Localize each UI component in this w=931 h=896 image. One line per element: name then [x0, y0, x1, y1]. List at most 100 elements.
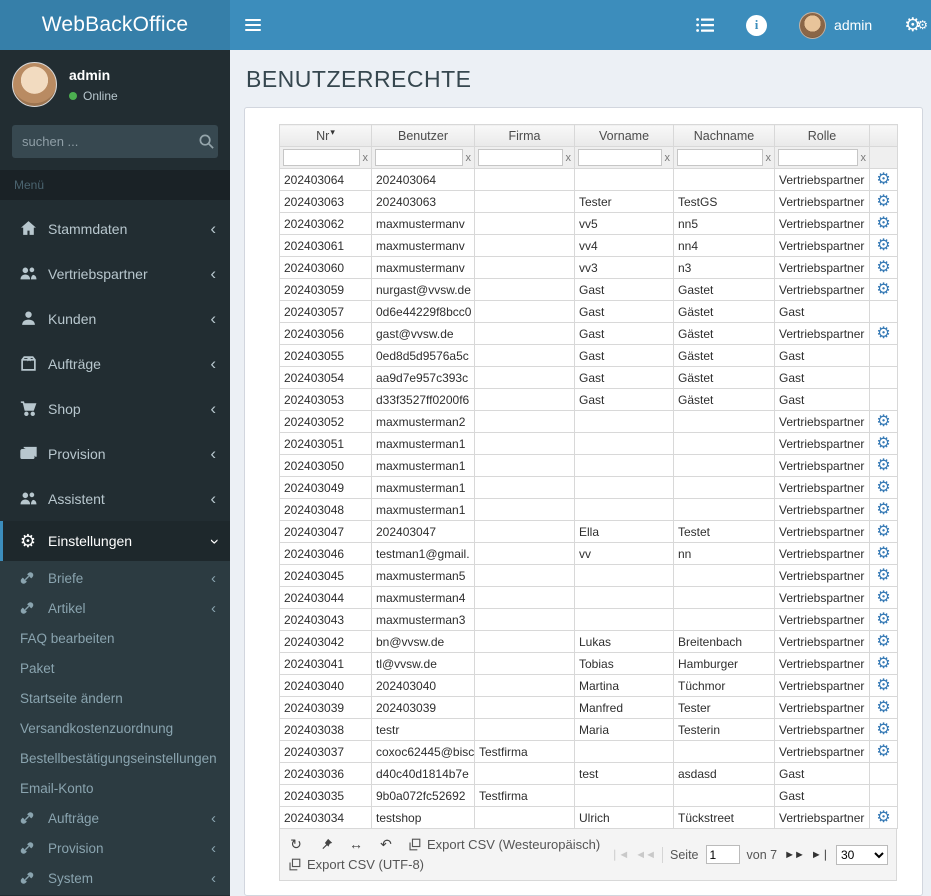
pin-icon[interactable] [318, 836, 334, 852]
submenu-item-system[interactable]: System ‹ [0, 863, 230, 893]
row-settings-icon[interactable]: ⚙ [876, 479, 890, 496]
row-settings-icon[interactable]: ⚙ [876, 611, 890, 628]
row-settings-icon[interactable]: ⚙ [876, 413, 890, 430]
last-page-icon[interactable]: ►❘ [811, 848, 830, 861]
table-row[interactable]: 202403039 202403039 Manfred Tester Vertriebs… [279, 696, 898, 719]
submenu-item-startseite-ndern[interactable]: Startseite ändern [0, 683, 230, 713]
row-settings-icon[interactable]: ⚙ [876, 699, 890, 716]
table-row[interactable]: 202403064 202403064 Vertriebspartner ⚙ [279, 168, 898, 191]
sidebar-item-vertriebspartner[interactable]: Vertriebspartner ‹ [0, 251, 230, 296]
next-page-icon[interactable]: ►► [784, 849, 805, 861]
table-row[interactable]: 202403062 maxmustermanv vv5 nn5 Vertriebspar… [279, 212, 898, 235]
table-row[interactable]: 202403040 202403040 Martina Tüchmor Vertrieb… [279, 674, 898, 697]
page-size-select[interactable]: 30 [836, 844, 888, 865]
filter-input-rolle[interactable] [778, 149, 858, 166]
table-row[interactable]: 202403037 coxoc62445@bisc Testfirma Vertrie… [279, 740, 898, 763]
undo-icon[interactable]: ↶ [378, 836, 394, 852]
table-row[interactable]: 202403046 testman1@gmail. vv nn Vertriebspar… [279, 542, 898, 565]
table-row[interactable]: 202403057 0d6e44229f8bcc0 Gast Gästet Gast [279, 300, 898, 323]
filter-clear-button[interactable]: x [766, 152, 772, 164]
filter-input-firma[interactable] [478, 149, 563, 166]
table-row[interactable]: 202403050 maxmusterman1 Vertriebspartner ⚙ [279, 454, 898, 477]
sidebar-item-stammdaten[interactable]: Stammdaten ‹ [0, 206, 230, 251]
submenu-item-faq-bearbeiten[interactable]: FAQ bearbeiten [0, 623, 230, 653]
list-icon[interactable] [680, 0, 730, 50]
table-row[interactable]: 202403036 d40c40d1814b7e test asdasd Gast [279, 762, 898, 785]
row-settings-icon[interactable]: ⚙ [876, 171, 890, 188]
user-menu[interactable]: admin [783, 0, 888, 50]
gears-icon[interactable]: ⚙ ⚙ [888, 0, 931, 50]
row-settings-icon[interactable]: ⚙ [876, 259, 890, 276]
sidebar-item-provision[interactable]: Provision ‹ [0, 431, 230, 476]
column-header-vorname[interactable]: Vorname [574, 124, 674, 147]
table-row[interactable]: 202403041 tl@vvsw.de Tobias Hamburger Vertri… [279, 652, 898, 675]
table-row[interactable]: 202403063 202403063 Tester TestGS Vertriebsp… [279, 190, 898, 213]
column-header-nr[interactable]: Nr▾ [279, 124, 372, 147]
info-icon[interactable]: i [730, 0, 783, 50]
search-icon[interactable] [198, 133, 215, 151]
table-row[interactable]: 202403061 maxmustermanv vv4 nn4 Vertriebspar… [279, 234, 898, 257]
row-settings-icon[interactable]: ⚙ [876, 655, 890, 672]
submenu-item-paket[interactable]: Paket [0, 653, 230, 683]
table-row[interactable]: 202403053 d33f3527ff0200f6 Gast Gästet Gast [279, 388, 898, 411]
table-row[interactable]: 202403044 maxmusterman4 Vertriebspartner ⚙ [279, 586, 898, 609]
row-settings-icon[interactable]: ⚙ [876, 193, 890, 210]
refresh-icon[interactable]: ↻ [288, 836, 304, 852]
sidebar-item-shop[interactable]: Shop ‹ [0, 386, 230, 431]
brand-logo[interactable]: WebBackOffice [0, 0, 230, 50]
table-row[interactable]: 202403043 maxmusterman3 Vertriebspartner ⚙ [279, 608, 898, 631]
table-row[interactable]: 202403038 testr Maria Testerin Vertriebspart… [279, 718, 898, 741]
table-row[interactable]: 202403048 maxmusterman1 Vertriebspartner ⚙ [279, 498, 898, 521]
resize-columns-icon[interactable]: ↔ [348, 836, 364, 852]
row-settings-icon[interactable]: ⚙ [876, 677, 890, 694]
sidebar-toggle-button[interactable] [230, 0, 276, 50]
row-settings-icon[interactable]: ⚙ [876, 215, 890, 232]
row-settings-icon[interactable]: ⚙ [876, 435, 890, 452]
table-row[interactable]: 202403051 maxmusterman1 Vertriebspartner ⚙ [279, 432, 898, 455]
column-header-firma[interactable]: Firma [474, 124, 575, 147]
row-settings-icon[interactable]: ⚙ [876, 281, 890, 298]
filter-input-vorname[interactable] [578, 149, 662, 166]
table-row[interactable]: 202403035 9b0a072fc52692 Testfirma Gast [279, 784, 898, 807]
column-header-rolle[interactable]: Rolle [774, 124, 870, 147]
row-settings-icon[interactable]: ⚙ [876, 633, 890, 650]
sidebar-item-einstellungen[interactable]: ⚙ Einstellungen ‹ [0, 521, 230, 561]
row-settings-icon[interactable]: ⚙ [876, 567, 890, 584]
sidebar-item-auftr-ge[interactable]: Aufträge ‹ [0, 341, 230, 386]
table-row[interactable]: 202403047 202403047 Ella Testet Vertriebspar… [279, 520, 898, 543]
submenu-item-email-konto[interactable]: Email-Konto [0, 773, 230, 803]
row-settings-icon[interactable]: ⚙ [876, 721, 890, 738]
table-row[interactable]: 202403049 maxmusterman1 Vertriebspartner ⚙ [279, 476, 898, 499]
page-number-input[interactable] [705, 845, 740, 864]
sidebar-item-assistent[interactable]: Assistent ‹ [0, 476, 230, 521]
export-csv-utf8-link[interactable]: Export CSV (UTF-8) [288, 857, 424, 872]
table-row[interactable]: 202403042 bn@vvsw.de Lukas Breitenbach Vertr… [279, 630, 898, 653]
table-row[interactable]: 202403052 maxmusterman2 Vertriebspartner ⚙ [279, 410, 898, 433]
column-header-nachname[interactable]: Nachname [673, 124, 775, 147]
column-header-benutzer[interactable]: Benutzer [371, 124, 475, 147]
row-settings-icon[interactable]: ⚙ [876, 589, 890, 606]
table-row[interactable]: 202403055 0ed8d5d9576a5c Gast Gästet Gast [279, 344, 898, 367]
table-row[interactable]: 202403056 gast@vvsw.de Gast Gästet Vertriebs… [279, 322, 898, 345]
filter-input-nachname[interactable] [677, 149, 763, 166]
submenu-item-auftr-ge[interactable]: Aufträge ‹ [0, 803, 230, 833]
row-settings-icon[interactable]: ⚙ [876, 501, 890, 518]
export-csv-west-link[interactable]: Export CSV (Westeuropäisch) [408, 837, 600, 852]
submenu-item-artikel[interactable]: Artikel ‹ [0, 593, 230, 623]
table-row[interactable]: 202403034 testshop Ulrich Tückstreet Vertrie… [279, 806, 898, 829]
row-settings-icon[interactable]: ⚙ [876, 523, 890, 540]
filter-clear-button[interactable]: x [566, 152, 572, 164]
filter-clear-button[interactable]: x [363, 152, 369, 164]
row-settings-icon[interactable]: ⚙ [876, 325, 890, 342]
table-row[interactable]: 202403045 maxmusterman5 Vertriebspartner ⚙ [279, 564, 898, 587]
filter-input-nr[interactable] [283, 149, 360, 166]
sidebar-item-kunden[interactable]: Kunden ‹ [0, 296, 230, 341]
submenu-item-bestellbest-tigungseinstellungen[interactable]: Bestellbestätigungseinstellungen [0, 743, 230, 773]
filter-clear-button[interactable]: x [665, 152, 671, 164]
table-row[interactable]: 202403059 nurgast@vvsw.de Gast Gastet Vertri… [279, 278, 898, 301]
submenu-item-briefe[interactable]: Briefe ‹ [0, 563, 230, 593]
table-row[interactable]: 202403054 aa9d7e957c393c Gast Gästet Gast [279, 366, 898, 389]
search-input[interactable] [22, 134, 198, 149]
filter-input-benutzer[interactable] [375, 149, 463, 166]
first-page-icon[interactable]: ❘◄ [610, 848, 629, 861]
